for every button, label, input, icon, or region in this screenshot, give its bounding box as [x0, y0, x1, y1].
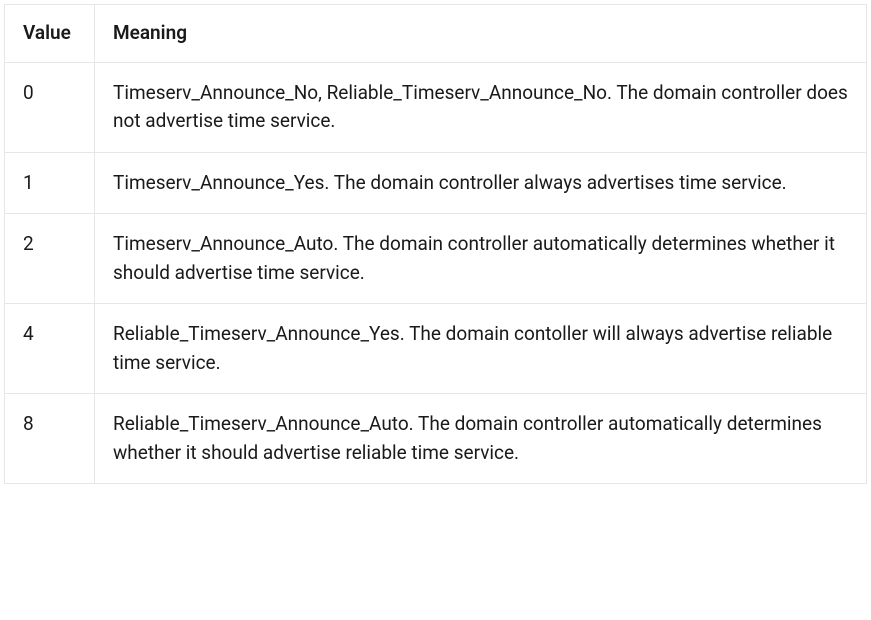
cell-meaning: Reliable_Timeserv_Announce_Yes. The doma… — [95, 304, 867, 394]
announce-flags-table: Value Meaning 0 Timeserv_Announce_No, Re… — [4, 4, 867, 484]
content-wrap: Value Meaning 0 Timeserv_Announce_No, Re… — [0, 0, 871, 488]
table-row: 2 Timeserv_Announce_Auto. The domain con… — [5, 214, 867, 304]
table-row: 1 Timeserv_Announce_Yes. The domain cont… — [5, 152, 867, 214]
table-row: 4 Reliable_Timeserv_Announce_Yes. The do… — [5, 304, 867, 394]
cell-value: 2 — [5, 214, 95, 304]
cell-value: 0 — [5, 62, 95, 152]
cell-meaning: Timeserv_Announce_Yes. The domain contro… — [95, 152, 867, 214]
cell-value: 8 — [5, 394, 95, 484]
table-header-row: Value Meaning — [5, 5, 867, 63]
table-row: 0 Timeserv_Announce_No, Reliable_Timeser… — [5, 62, 867, 152]
table-row: 8 Reliable_Timeserv_Announce_Auto. The d… — [5, 394, 867, 484]
cell-meaning: Timeserv_Announce_No, Reliable_Timeserv_… — [95, 62, 867, 152]
column-header-value: Value — [5, 5, 95, 63]
cell-meaning: Reliable_Timeserv_Announce_Auto. The dom… — [95, 394, 867, 484]
cell-value: 4 — [5, 304, 95, 394]
cell-value: 1 — [5, 152, 95, 214]
column-header-meaning: Meaning — [95, 5, 867, 63]
cell-meaning: Timeserv_Announce_Auto. The domain contr… — [95, 214, 867, 304]
